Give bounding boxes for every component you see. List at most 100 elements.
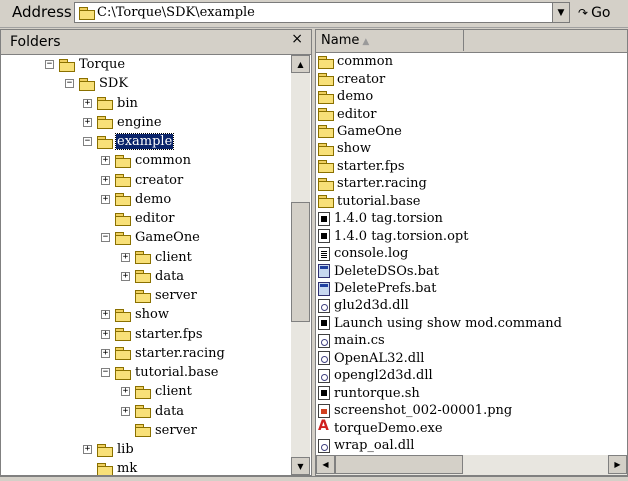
file-list-item[interactable]: wrap_oal.dll [318,437,414,454]
tree-item[interactable]: − Torque [45,55,126,74]
file-list-item[interactable]: screenshot_002-00001.png [318,402,512,419]
file-list-item[interactable]: main.cs [318,332,385,349]
tree-item-label: starter.racing [135,345,225,361]
file-list-item[interactable]: show [318,140,371,157]
file-list-item[interactable]: demo [318,88,373,105]
tree-item[interactable]: + engine [83,113,163,132]
column-header-name-label: Name [321,33,360,48]
folder-tree-scrollbar[interactable]: ▲ ▼ [291,55,310,475]
tree-item[interactable]: mk [83,459,138,475]
folder-icon [318,90,334,104]
tree-item[interactable]: + data [121,402,185,421]
file-list-item[interactable]: editor [318,105,376,122]
file-list-item[interactable]: DeletePrefs.bat [318,280,436,297]
file-list-item[interactable]: common [318,53,393,70]
scroll-thumb[interactable] [291,202,310,322]
collapse-icon[interactable]: − [101,368,110,377]
expand-icon[interactable]: + [121,387,130,397]
collapse-icon[interactable]: − [65,79,74,89]
file-name: starter.fps [337,158,405,174]
scroll-left-button[interactable]: ◀ [316,455,335,474]
collapse-icon[interactable]: − [45,60,54,69]
scroll-up-button[interactable]: ▲ [291,55,310,73]
expand-icon[interactable]: + [101,175,110,185]
tree-item[interactable]: + show [101,305,170,324]
expand-icon[interactable]: + [101,156,110,166]
folder-icon [318,195,334,209]
expand-icon[interactable]: + [83,98,92,108]
tree-item[interactable]: + creator [101,171,184,190]
file-list-item[interactable]: opengl2d3d.dll [318,367,433,384]
h-scroll-thumb[interactable] [335,455,463,474]
expand-icon[interactable]: + [121,406,130,416]
tree-item[interactable]: − example [83,132,175,151]
png-file-icon [318,403,330,418]
tree-item[interactable]: + bin [83,94,139,113]
tree-item[interactable]: − GameOne [101,228,201,247]
expand-icon[interactable]: + [83,445,92,454]
scroll-right-button[interactable]: ▶ [608,455,627,474]
scroll-down-button[interactable]: ▼ [291,457,310,475]
file-name: console.log [334,246,409,262]
tree-item-label: server [155,422,197,438]
file-list-item[interactable]: starter.racing [318,175,427,192]
tree-item[interactable]: − SDK [65,74,129,93]
folder-icon [115,193,131,207]
tree-item[interactable]: + data [121,267,185,286]
tree-item-label: client [155,249,192,265]
status-bar [0,476,628,481]
tree-item[interactable]: + client [121,382,193,401]
file-list-item[interactable]: runtorque.sh [318,385,420,402]
tree-item[interactable]: + starter.racing [101,344,226,363]
file-name: opengl2d3d.dll [334,368,433,384]
file-list-item[interactable]: OpenAL32.dll [318,350,424,367]
collapse-icon[interactable]: − [83,137,92,146]
go-button[interactable]: ↷ Go [578,3,624,23]
file-list-hscrollbar[interactable]: ◀ ▶ [316,455,627,475]
collapse-icon[interactable]: − [101,233,110,243]
folder-tree: − Torque − SDK + bin + engine − example + common + cr… [1,55,291,475]
expand-icon[interactable]: + [121,271,130,281]
close-icon[interactable]: × [291,31,303,47]
tree-item-label: creator [135,172,184,188]
file-name: common [337,54,393,70]
tree-item[interactable]: server [121,286,198,305]
tree-item[interactable]: + lib [83,440,135,459]
file-name: torqueDemo.exe [334,420,443,436]
tree-item[interactable]: + common [101,151,192,170]
file-name: Launch using show mod.command [334,315,562,331]
expand-icon[interactable]: + [101,329,110,339]
tree-item-label: starter.fps [135,326,203,342]
file-name: runtorque.sh [334,385,420,401]
tree-item[interactable]: server [121,421,198,440]
tree-item[interactable]: editor [101,209,175,228]
file-list-item[interactable]: tutorial.base [318,193,421,210]
file-list-item[interactable]: Launch using show mod.command [318,315,562,332]
folder-icon [135,385,151,399]
file-list-item[interactable]: 1.4.0 tag.torsion.opt [318,228,468,245]
file-list-item[interactable]: glu2d3d.dll [318,297,409,314]
file-list-item[interactable]: DeleteDSOs.bat [318,262,439,279]
file-list-item[interactable]: 1.4.0 tag.torsion [318,210,443,227]
address-dropdown-button[interactable]: ▼ [552,3,569,22]
file-list-item[interactable]: creator [318,70,385,87]
file-list-item[interactable]: torqueDemo.exe [318,418,443,436]
tree-item[interactable]: + demo [101,190,172,209]
file-name: screenshot_002-00001.png [334,403,513,419]
address-path[interactable]: C:\Torque\SDK\example [97,5,255,20]
tree-item[interactable]: − tutorial.base [101,363,220,382]
file-list-item[interactable]: GameOne [318,123,402,140]
column-header-name[interactable]: Name ▲ [316,30,464,51]
tree-item[interactable]: + client [121,248,193,267]
expand-icon[interactable]: + [101,348,110,358]
expand-icon[interactable]: + [121,252,130,262]
address-input[interactable]: C:\Torque\SDK\example ▼ [74,2,570,23]
expand-icon[interactable]: + [101,310,110,320]
expand-icon[interactable]: + [83,117,92,127]
expand-icon[interactable]: + [101,194,110,204]
tree-item-label: example [114,133,175,150]
file-list-item[interactable]: console.log [318,245,408,262]
tree-item[interactable]: + starter.fps [101,325,204,344]
file-list-item[interactable]: starter.fps [318,158,405,175]
column-header-bar: Name ▲ [316,30,627,53]
